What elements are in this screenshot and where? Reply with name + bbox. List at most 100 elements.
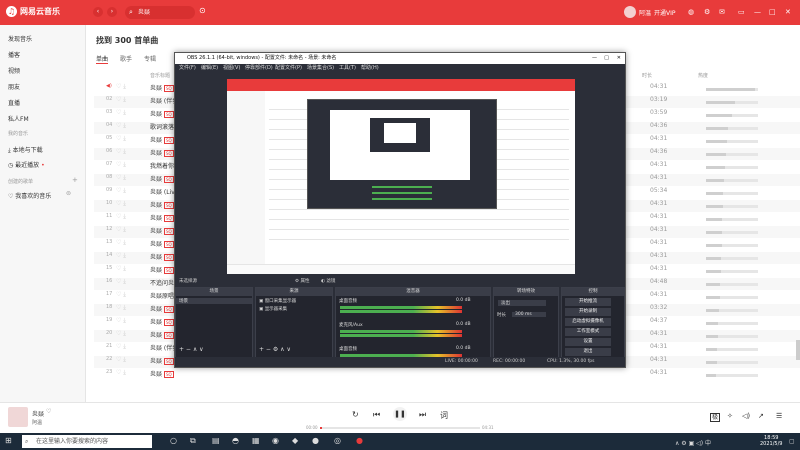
now-playing-artist[interactable]: 阿温: [32, 419, 42, 426]
add-playlist-icon[interactable]: +: [72, 176, 78, 184]
obs-menu-profile[interactable]: 配置文件(P): [275, 64, 302, 73]
mail-icon[interactable]: ✉: [719, 8, 725, 16]
tab-albums[interactable]: 专辑: [144, 54, 156, 63]
close-icon[interactable]: ✕: [785, 8, 791, 16]
obs-taskbar-icon[interactable]: ●: [312, 436, 319, 445]
obs-menu-help[interactable]: 帮助(H): [361, 64, 379, 73]
windows-start-icon[interactable]: ⊞: [5, 436, 12, 445]
skin-icon[interactable]: ◍: [688, 8, 694, 16]
row-like-download-icon[interactable]: ♡ ⤓: [116, 174, 126, 182]
row-like-download-icon[interactable]: ♡ ⤓: [116, 187, 126, 195]
obs-start-recording-button[interactable]: 开始录制: [565, 308, 611, 316]
row-tag[interactable]: SQ: [164, 150, 174, 157]
tray-icons[interactable]: ∧ ⚙ ▣ ◁) 中: [675, 438, 711, 447]
task-view-icon[interactable]: ⧉: [190, 436, 196, 446]
tab-songs[interactable]: 单曲: [96, 54, 109, 64]
row-tag[interactable]: SQ: [164, 111, 174, 118]
netease-taskbar-icon[interactable]: ●: [356, 436, 363, 445]
row-like-download-icon[interactable]: ♡ ⤓: [116, 317, 126, 325]
sidebar-item-local-download[interactable]: ⤓ 本地与下载: [8, 145, 43, 155]
row-tag[interactable]: SQ: [164, 215, 174, 222]
row-like-download-icon[interactable]: ♡ ⤓: [116, 83, 126, 91]
app-taskbar-icon[interactable]: ◎: [334, 436, 341, 445]
sidebar-item-video[interactable]: 视频: [8, 66, 20, 75]
obs-menu-edit[interactable]: 编辑(E): [201, 64, 218, 73]
row-like-download-icon[interactable]: ♡ ⤓: [116, 369, 126, 377]
sidebar-item-podcast[interactable]: 播客: [8, 50, 20, 59]
obs-duration-input[interactable]: 300 ms: [512, 312, 546, 317]
sidebar-item-fm[interactable]: 私人FM: [8, 114, 29, 123]
obs-exit-button[interactable]: 退出: [565, 348, 611, 356]
tab-artists[interactable]: 歌手: [120, 54, 132, 63]
row-like-download-icon[interactable]: ♡ ⤓: [116, 148, 126, 156]
mini-mode-icon[interactable]: ▭: [738, 8, 745, 16]
row-tag[interactable]: SQ: [164, 176, 174, 183]
obs-menu-tools[interactable]: 工具(T): [339, 64, 356, 73]
loop-icon[interactable]: ↻: [352, 410, 359, 419]
row-tag[interactable]: SQ: [164, 371, 174, 378]
obs-maximize-icon[interactable]: □: [604, 53, 609, 64]
search-input[interactable]: ⌕ 炎燚: [125, 6, 195, 19]
heart-mode-icon[interactable]: ⊜: [66, 190, 71, 197]
row-like-download-icon[interactable]: ♡ ⤓: [116, 109, 126, 117]
file-explorer-icon[interactable]: ▤: [212, 436, 220, 445]
sidebar-item-liked[interactable]: ♡ 我喜欢的音乐: [8, 191, 51, 200]
share-icon[interactable]: ↗: [758, 412, 764, 420]
like-heart-icon[interactable]: ♡: [46, 408, 51, 415]
obs-source-item-1[interactable]: ▣ 窗口采集显示器: [259, 298, 296, 304]
forward-button-icon[interactable]: ›: [107, 7, 117, 17]
row-tag[interactable]: SQ: [164, 267, 174, 274]
previous-icon[interactable]: ⏮: [373, 410, 380, 420]
row-like-download-icon[interactable]: ♡ ⤓: [116, 161, 126, 169]
next-icon[interactable]: ⏭: [419, 410, 426, 420]
sidebar-item-discover[interactable]: 发现音乐: [8, 34, 32, 43]
sidebar-item-live[interactable]: 直播: [8, 98, 20, 107]
sidebar-item-recent[interactable]: ◷ 最近播放 •: [8, 160, 45, 169]
row-tag[interactable]: SQ: [164, 254, 174, 261]
obs-filters-button[interactable]: ◐ 滤镜: [321, 277, 335, 287]
obs-scenes-controls-icon[interactable]: + − ∧ ∨: [179, 346, 204, 353]
row-like-download-icon[interactable]: ♡ ⤓: [116, 122, 126, 130]
obs-scene-item[interactable]: 场景: [176, 298, 252, 304]
row-tag[interactable]: SQ: [164, 228, 174, 235]
playlist-icon[interactable]: ☰: [776, 412, 782, 420]
obs-sources-controls-icon[interactable]: + − ⚙ ∧ ∨: [259, 346, 291, 353]
obs-studio-mode-button[interactable]: 工作室模式: [565, 328, 611, 336]
sidebar-item-friends[interactable]: 朋友: [8, 82, 20, 91]
obs-properties-button[interactable]: ⚙ 属性: [295, 277, 309, 287]
now-playing-song[interactable]: 炎燚: [32, 409, 44, 418]
edge-browser-icon[interactable]: ◓: [232, 436, 239, 445]
obs-source-item-2[interactable]: ▣ 显示器采集: [259, 306, 287, 312]
cortana-icon[interactable]: ○: [170, 436, 177, 445]
scrollbar[interactable]: [796, 340, 800, 360]
chrome-icon[interactable]: ◉: [272, 436, 279, 445]
row-tag[interactable]: SQ: [164, 85, 174, 92]
notification-icon[interactable]: ▢: [789, 438, 795, 445]
vip-link[interactable]: 开通VIP: [654, 8, 676, 17]
obs-menu-file[interactable]: 文件(F): [179, 64, 196, 73]
row-like-download-icon[interactable]: ♡ ⤓: [116, 252, 126, 260]
row-tag[interactable]: SQ: [164, 332, 174, 339]
lyrics-icon[interactable]: 词: [440, 410, 448, 421]
volume-icon[interactable]: ◁): [742, 412, 750, 420]
row-like-download-icon[interactable]: ♡ ⤓: [116, 356, 126, 364]
table-row[interactable]: 23 ♡ ⤓ 炎燚 SQ 04:31: [94, 369, 800, 381]
app-logo[interactable]: ♫ 网易云音乐: [6, 6, 60, 17]
row-like-download-icon[interactable]: ♡ ⤓: [116, 96, 126, 104]
store-icon[interactable]: ▦: [252, 436, 260, 445]
row-like-download-icon[interactable]: ♡ ⤓: [116, 200, 126, 208]
obs-menu-docks[interactable]: 停靠部件(D): [245, 64, 273, 73]
obs-minimize-icon[interactable]: —: [592, 53, 597, 64]
row-like-download-icon[interactable]: ♡ ⤓: [116, 226, 126, 234]
row-like-download-icon[interactable]: ♡ ⤓: [116, 304, 126, 312]
quality-badge-icon[interactable]: 极: [710, 413, 721, 422]
row-tag[interactable]: SQ: [164, 241, 174, 248]
obs-virtual-camera-button[interactable]: 启动虚拟摄像机: [565, 318, 611, 326]
progress-bar[interactable]: [320, 427, 480, 429]
back-button-icon[interactable]: ‹: [93, 7, 103, 17]
effects-icon[interactable]: ✧: [727, 412, 733, 420]
maximize-icon[interactable]: □: [769, 8, 776, 16]
obs-menu-view[interactable]: 视图(V): [223, 64, 240, 73]
pause-button-icon[interactable]: ❚❚: [393, 407, 407, 421]
obs-transition-select[interactable]: 淡出: [498, 300, 546, 306]
